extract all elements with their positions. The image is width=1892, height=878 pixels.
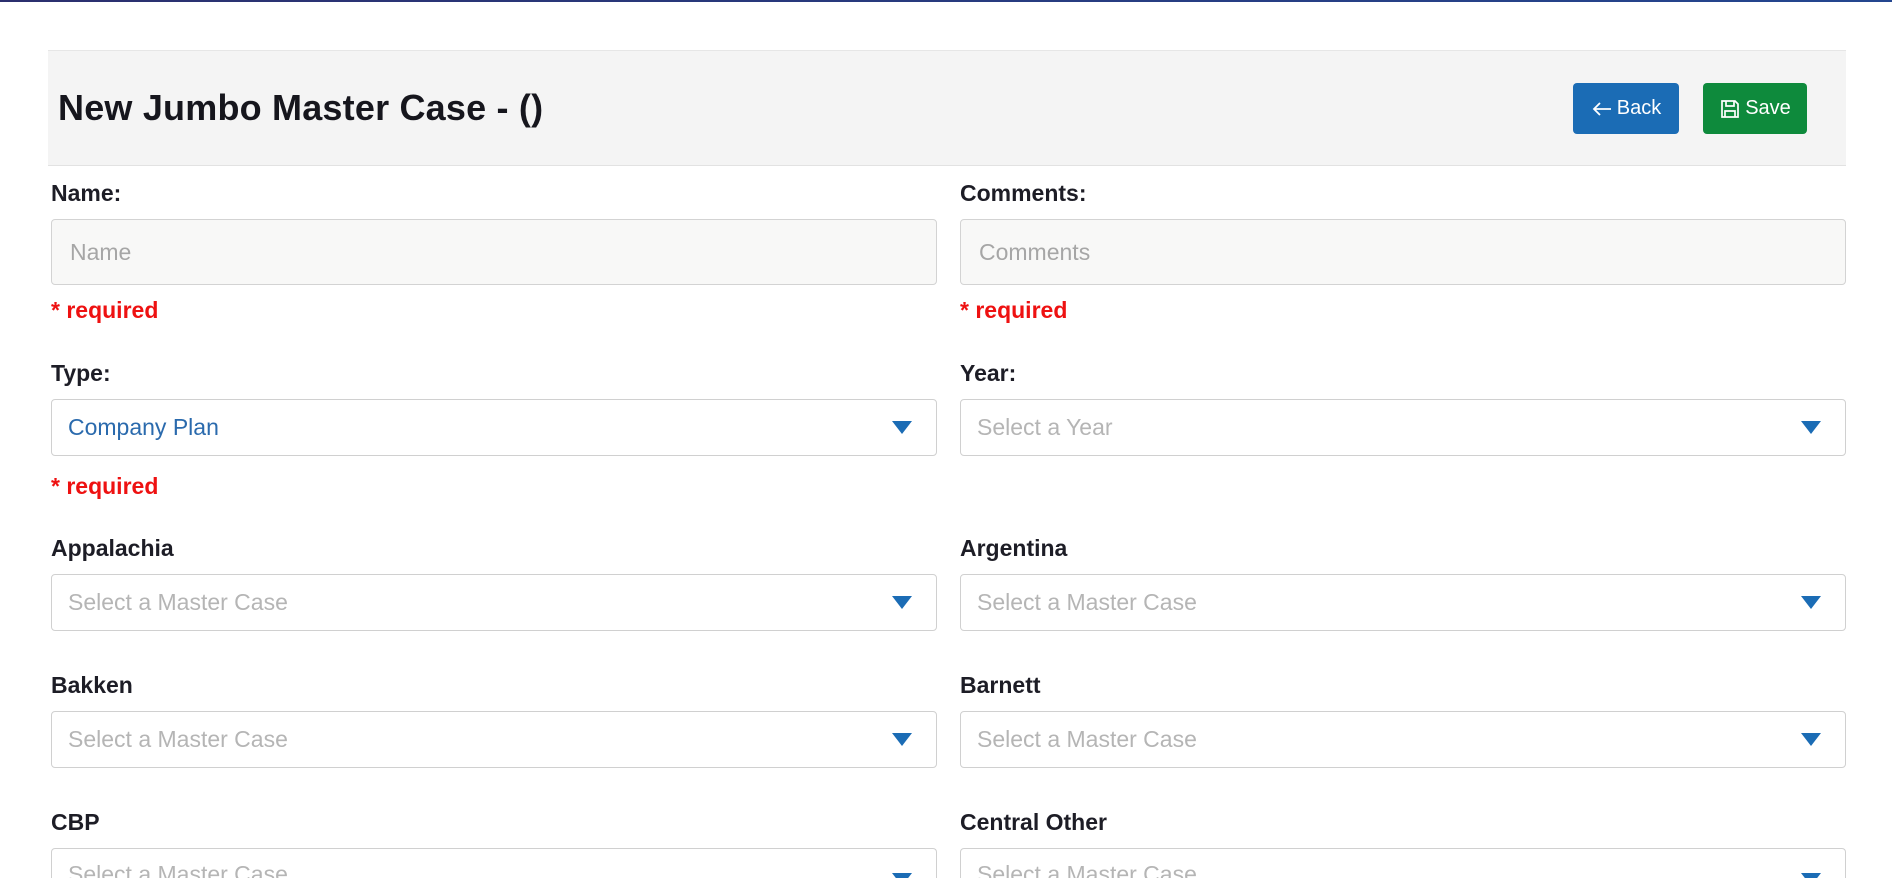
barnett-select-value: Select a Master Case	[977, 726, 1197, 752]
comments-required-hint: * required	[960, 297, 1068, 323]
appalachia-select-value: Select a Master Case	[68, 589, 288, 615]
save-button-label: Save	[1745, 97, 1791, 119]
page-header: New Jumbo Master Case - () Back Save	[48, 50, 1846, 166]
cbp-label: CBP	[51, 809, 100, 835]
appalachia-select[interactable]: Select a Master Case	[51, 574, 937, 631]
bakken-label: Bakken	[51, 672, 133, 698]
caret-down-icon	[1801, 421, 1821, 434]
caret-down-icon	[892, 596, 912, 609]
central-other-select[interactable]: Select a Master Case	[960, 848, 1846, 878]
name-required-hint: * required	[51, 297, 159, 323]
barnett-select[interactable]: Select a Master Case	[960, 711, 1846, 768]
caret-down-icon	[892, 733, 912, 746]
argentina-select[interactable]: Select a Master Case	[960, 574, 1846, 631]
bakken-select[interactable]: Select a Master Case	[51, 711, 937, 768]
type-required-hint: * required	[51, 473, 159, 499]
comments-input[interactable]	[960, 219, 1846, 285]
name-input[interactable]	[51, 219, 937, 285]
caret-down-icon	[892, 421, 912, 434]
argentina-label: Argentina	[960, 535, 1068, 561]
argentina-select-value: Select a Master Case	[977, 589, 1197, 615]
name-label: Name:	[51, 180, 122, 206]
year-select[interactable]: Select a Year	[960, 399, 1846, 456]
type-label: Type:	[51, 360, 111, 386]
page-title: New Jumbo Master Case - ()	[58, 87, 544, 128]
comments-label: Comments:	[960, 180, 1087, 206]
cbp-select-value: Select a Master Case	[68, 861, 288, 878]
type-select[interactable]: Company Plan	[51, 399, 937, 456]
caret-down-icon	[892, 873, 912, 878]
top-accent-line	[0, 0, 1892, 2]
type-select-value: Company Plan	[68, 414, 219, 440]
year-label: Year:	[960, 360, 1017, 386]
floppy-disk-icon	[1719, 98, 1741, 120]
caret-down-icon	[1801, 873, 1821, 878]
appalachia-label: Appalachia	[51, 535, 174, 561]
cbp-select[interactable]: Select a Master Case	[51, 848, 937, 878]
bakken-select-value: Select a Master Case	[68, 726, 288, 752]
caret-down-icon	[1801, 733, 1821, 746]
central-other-select-value: Select a Master Case	[977, 861, 1197, 878]
barnett-label: Barnett	[960, 672, 1041, 698]
year-select-value: Select a Year	[977, 414, 1113, 440]
caret-down-icon	[1801, 596, 1821, 609]
back-button-label: Back	[1616, 97, 1662, 119]
arrow-left-icon	[1591, 101, 1613, 117]
central-other-label: Central Other	[960, 809, 1107, 835]
save-button[interactable]: Save	[1703, 83, 1807, 134]
back-button[interactable]: Back	[1573, 83, 1679, 134]
